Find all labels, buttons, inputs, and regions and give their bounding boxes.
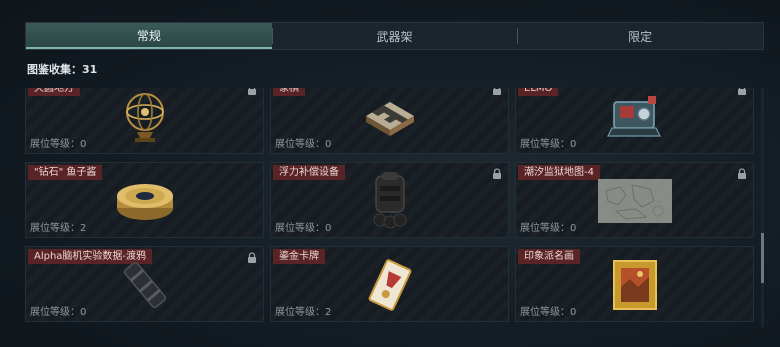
- display-level: 展位等级：2: [275, 307, 332, 318]
- elmo-device-icon: [606, 96, 661, 137]
- lock-icon: [493, 88, 501, 95]
- item-name: 印象派名画: [518, 249, 580, 264]
- collection-card-caviar[interactable]: "钻石" 鱼子酱 展位等级：2: [25, 162, 264, 238]
- lock-icon: [738, 168, 746, 179]
- armillary-sphere-icon: [125, 93, 164, 142]
- item-name: ELMO: [518, 88, 559, 96]
- display-level: 展位等级：0: [30, 307, 87, 318]
- item-name: 天圆地方: [28, 88, 80, 96]
- map-sheet-icon: [597, 179, 672, 223]
- collection-card-buoyancy[interactable]: 浮力补偿设备 展位等级：0: [270, 162, 509, 238]
- buoyancy-vest-icon: [373, 172, 406, 229]
- lock-icon: [738, 88, 746, 95]
- item-name: 象棋: [273, 88, 305, 96]
- data-cylinder-icon: [123, 261, 166, 309]
- category-tabs: 常规 武器架 限定: [25, 22, 764, 50]
- gilded-card-icon: [368, 259, 411, 311]
- collection-card-painting[interactable]: 印象派名画 展位等级：0: [515, 246, 754, 322]
- collection-card-chess[interactable]: 象棋 展位等级：0: [270, 88, 509, 154]
- display-level: 展位等级：0: [520, 223, 577, 234]
- grid-scrollbar[interactable]: [761, 88, 764, 327]
- item-name: 潮汐监狱地图-4: [518, 165, 600, 180]
- item-name: 鎏金卡牌: [273, 249, 325, 264]
- framed-painting-icon: [612, 260, 657, 310]
- display-level: 展位等级：0: [520, 307, 577, 318]
- item-name: 浮力补偿设备: [273, 165, 345, 180]
- chess-board-icon: [365, 102, 414, 136]
- collection-card-alpha-data[interactable]: Alpha脑机实验数据-渡鸦 展位等级：0: [25, 246, 264, 322]
- collection-count: 图鉴收集：31: [27, 63, 98, 76]
- caviar-tin-icon: [116, 184, 173, 220]
- display-level: 展位等级：2: [30, 223, 87, 234]
- display-level: 展位等级：0: [30, 139, 87, 150]
- lock-icon: [248, 88, 256, 95]
- lock-icon: [248, 252, 256, 263]
- collection-card-armillary[interactable]: 天圆地方 展位等级：0: [25, 88, 264, 154]
- collection-card-map[interactable]: 潮汐监狱地图-4 展位等级：0: [515, 162, 754, 238]
- display-level: 展位等级：0: [275, 223, 332, 234]
- collection-card-gilded[interactable]: 鎏金卡牌 展位等级：2: [270, 246, 509, 322]
- tab-general[interactable]: 常规: [26, 23, 272, 49]
- tab-limited[interactable]: 限定: [517, 23, 763, 49]
- tab-weapon-rack[interactable]: 武器架: [271, 23, 518, 49]
- collection-card-elmo[interactable]: ELMO 展位等级：0: [515, 88, 754, 154]
- collection-grid[interactable]: 天圆地方 展位等级：0 象棋 展位等级：0 ELMO 展位等级：0 "钻石" 鱼…: [25, 88, 760, 327]
- lock-icon: [493, 168, 501, 179]
- item-name: "钻石" 鱼子酱: [28, 165, 103, 180]
- display-level: 展位等级：0: [275, 139, 332, 150]
- display-level: 展位等级：0: [520, 139, 577, 150]
- scrollbar-thumb[interactable]: [761, 233, 764, 283]
